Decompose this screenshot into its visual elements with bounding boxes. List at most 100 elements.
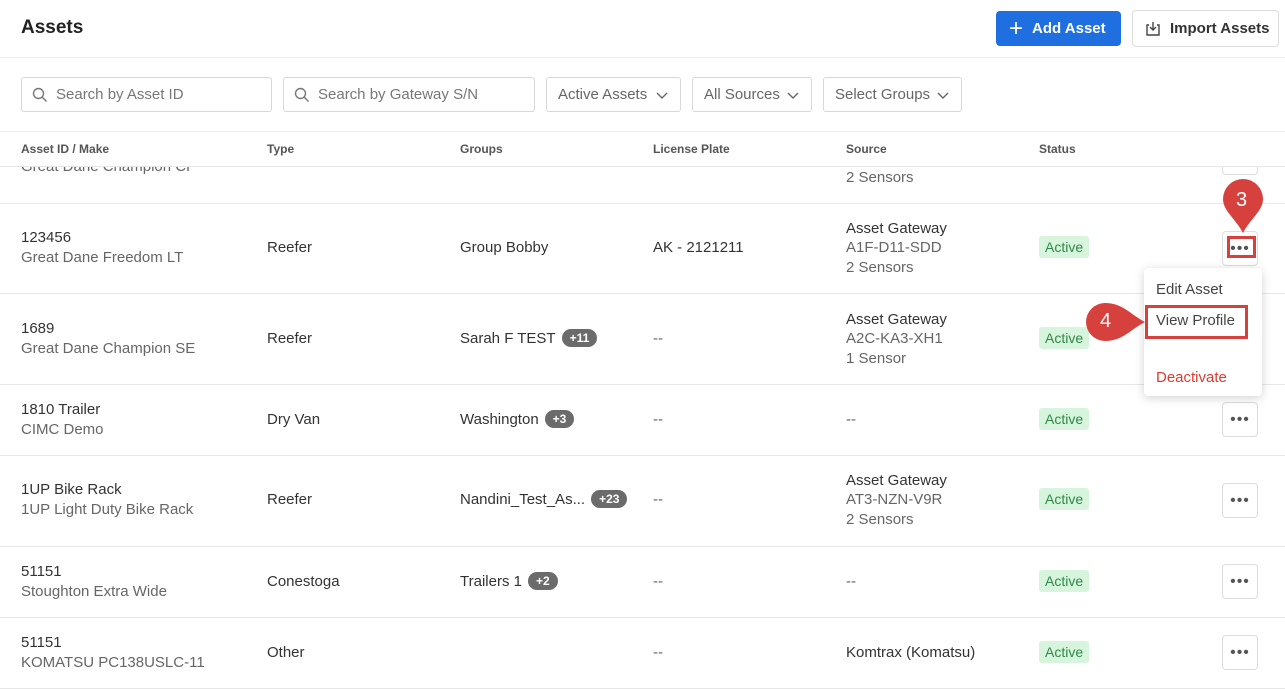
gateway-search[interactable] (283, 77, 535, 112)
group-count-badge[interactable]: +2 (527, 572, 558, 590)
asset-group: Trailers 1 +2 (460, 572, 558, 592)
more-options-icon: ••• (1230, 410, 1250, 428)
source-name: -- (846, 573, 856, 590)
source-name: Komtrax (Komatsu) (846, 644, 976, 661)
table-row[interactable]: 51151 Stoughton Extra Wide Conestoga Tra… (0, 547, 1285, 618)
filter-bar: Active Assets All Sources Select Groups (0, 77, 1285, 113)
source-name: Asset Gateway (846, 220, 947, 237)
source-serial: A2C-KA3-XH1 (846, 330, 943, 347)
source-filter-value: All Sources (704, 86, 780, 103)
source-serial: A1F-D11-SDD (846, 239, 942, 256)
table-header: Asset ID / Make Type Groups License Plat… (0, 131, 1285, 167)
asset-make: Stoughton Extra Wide (21, 583, 167, 600)
column-header[interactable]: Source (846, 142, 887, 156)
group-count-badge[interactable]: +11 (561, 329, 598, 347)
import-assets-button[interactable]: Import Assets (1132, 10, 1279, 47)
status-filter-value: Active Assets (558, 86, 648, 103)
license-plate: -- (653, 411, 663, 428)
import-assets-label: Import Assets (1170, 20, 1270, 37)
asset-id-search[interactable] (21, 77, 272, 112)
search-icon (32, 87, 47, 102)
column-header[interactable]: Asset ID / Make (21, 142, 109, 156)
deactivate-menu-item[interactable]: Deactivate (1156, 369, 1227, 386)
more-options-icon: ••• (1230, 643, 1250, 661)
license-plate: -- (653, 644, 663, 661)
search-icon (294, 87, 309, 102)
page-header: Assets + Add Asset Import Assets (0, 0, 1285, 58)
asset-id[interactable]: 51151 (21, 633, 62, 653)
step3-highlight (1227, 236, 1256, 258)
groups-filter-dropdown[interactable]: Select Groups (823, 77, 962, 112)
row-actions-button[interactable]: ••• (1222, 402, 1258, 437)
asset-type: Reefer (267, 330, 313, 347)
status-badge: Active (1039, 327, 1090, 349)
table-row[interactable]: 1UP Bike Rack 1UP Light Duty Bike Rack R… (0, 456, 1285, 547)
asset-make: KOMATSU PC138USLC-11 (21, 654, 205, 671)
import-icon (1146, 21, 1160, 36)
asset-id[interactable]: 123456 (21, 228, 71, 248)
asset-group: Nandini_Test_As... +23 (460, 490, 628, 510)
group-count-badge[interactable]: +23 (591, 490, 628, 508)
license-plate: -- (653, 330, 663, 347)
group-count-badge[interactable]: +3 (544, 410, 575, 428)
asset-id[interactable]: 1689 (21, 319, 54, 339)
status-badge: Active (1039, 570, 1090, 592)
asset-make: Great Dane Freedom LT (21, 249, 184, 266)
asset-type: Conestoga (267, 573, 340, 590)
groups-filter-value: Select Groups (835, 86, 931, 103)
chevron-down-icon (937, 92, 949, 99)
row-actions-button[interactable]: ••• (1222, 483, 1258, 518)
group-name: Nandini_Test_As... (460, 491, 586, 508)
asset-group: Group Bobby (460, 239, 549, 256)
table-row[interactable]: 1810 Trailer CIMC Demo Dry Van Washingto… (0, 385, 1285, 456)
row-actions-button[interactable]: ••• (1222, 635, 1258, 670)
source-filter-dropdown[interactable]: All Sources (692, 77, 812, 112)
license-plate: -- (653, 491, 663, 508)
more-options-icon: ••• (1230, 491, 1250, 509)
column-header[interactable]: Groups (460, 142, 503, 156)
status-badge: Active (1039, 236, 1090, 258)
status-badge: Active (1039, 641, 1090, 663)
status-badge: Active (1039, 408, 1090, 430)
asset-type: Reefer (267, 491, 313, 508)
asset-id[interactable]: 1UP Bike Rack (21, 480, 122, 500)
step4-label: 4 (1100, 310, 1112, 332)
asset-id[interactable]: 51151 (21, 562, 62, 582)
asset-group: Washington +3 (460, 410, 575, 430)
asset-id[interactable]: 1810 Trailer (21, 400, 100, 420)
add-asset-label: Add Asset (1032, 20, 1106, 37)
step4-marker (1086, 303, 1145, 341)
source-sensors: 2 Sensors (846, 511, 914, 528)
asset-make: 1UP Light Duty Bike Rack (21, 501, 194, 518)
table-row[interactable]: 51151 KOMATSU PC138USLC-11 Other -- Komt… (0, 618, 1285, 689)
page-title: Assets (21, 17, 84, 38)
asset-type: Other (267, 644, 305, 661)
group-name: Sarah F TEST (460, 330, 556, 347)
source-serial: AT3-NZN-V9R (846, 491, 943, 508)
edit-asset-menu-item[interactable]: Edit Asset (1156, 281, 1223, 298)
column-header[interactable]: Status (1039, 142, 1076, 156)
column-header[interactable]: Type (267, 142, 294, 156)
license-plate: AK - 2121211 (653, 239, 744, 256)
plus-icon: + (1009, 14, 1024, 42)
group-name: Trailers 1 (460, 573, 522, 590)
more-options-icon: ••• (1230, 572, 1250, 590)
table-row[interactable]: 123456 Great Dane Freedom LT Reefer Grou… (0, 204, 1285, 294)
status-badge: Active (1039, 488, 1090, 510)
status-filter-dropdown[interactable]: Active Assets (546, 77, 681, 112)
column-header[interactable]: License Plate (653, 142, 730, 156)
asset-type: Reefer (267, 239, 313, 256)
chevron-down-icon (656, 92, 668, 99)
asset-type: Dry Van (267, 411, 321, 428)
source-sensors: 1 Sensor (846, 350, 907, 367)
source-name: -- (846, 411, 856, 428)
step4-highlight (1145, 305, 1248, 339)
row-actions-button[interactable]: ••• (1222, 564, 1258, 599)
source-sensors: 2 Sensors (846, 169, 914, 186)
step3-label: 3 (1236, 189, 1248, 211)
add-asset-button[interactable]: + Add Asset (996, 11, 1121, 46)
source-name: Asset Gateway (846, 472, 947, 489)
asset-id-search-input[interactable] (56, 86, 256, 103)
source-name: Asset Gateway (846, 311, 947, 328)
gateway-search-input[interactable] (318, 86, 518, 103)
